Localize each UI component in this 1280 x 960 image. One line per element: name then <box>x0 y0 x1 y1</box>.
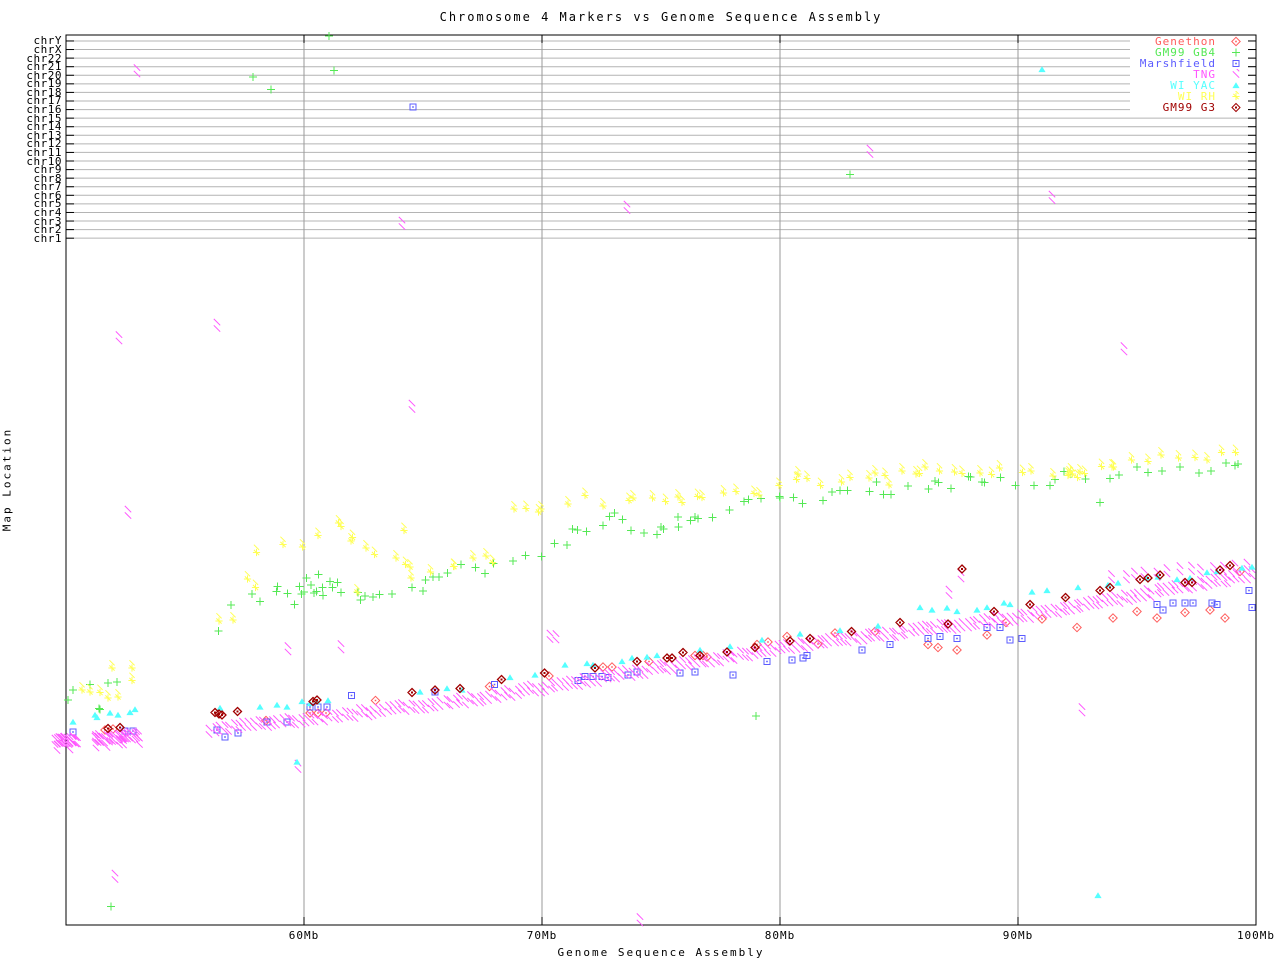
legend-label: GM99 G3 <box>1162 101 1216 114</box>
plot-area <box>51 32 1257 927</box>
legend-symbol-square-dot-icon <box>1226 58 1246 69</box>
legend-symbol-triangle-icon <box>1226 80 1246 91</box>
legend-symbol-diamond-dot-bold-icon <box>1226 102 1246 113</box>
series-gm99-gb4-markers <box>64 32 1242 911</box>
legend-symbol-asterisk-icon <box>1226 91 1246 102</box>
series-genethon-markers <box>100 566 1245 735</box>
series-tng-markers <box>51 64 1256 927</box>
series-wi-rh-markers <box>78 444 1240 702</box>
x-axis-label: Genome Sequence Assembly <box>557 946 765 959</box>
chromosome-label-chr1: chr1 <box>33 231 62 245</box>
chart-title: Chromosome 4 Markers vs Genome Sequence … <box>439 10 883 24</box>
legend-symbol-diamond-dot-icon <box>1226 36 1246 47</box>
x-tick-label-80Mb: 80Mb <box>764 929 796 942</box>
x-tick-label-60Mb: 60Mb <box>288 929 320 942</box>
legend-item-gm99-g3: GM99 G3 <box>1140 102 1246 113</box>
y-axis-label: Map Location <box>0 427 14 532</box>
series-gm99-g3-markers <box>103 560 1235 734</box>
x-tick-label-90Mb: 90Mb <box>1002 929 1034 942</box>
chart-legend: Genethon GM99 GB4 Marshfield TNG WI YAC WI RH… <box>1129 36 1248 113</box>
legend-symbol-cross-icon <box>1226 69 1246 80</box>
series-wi-yac-marker-fills <box>69 66 1256 899</box>
chart-canvas: Chromosome 4 Markers vs Genome Sequence … <box>0 0 1280 960</box>
series-marshfield-markers <box>69 103 1256 741</box>
legend-symbol-plus-icon <box>1226 47 1246 58</box>
x-tick-label-100Mb: 100Mb <box>1236 929 1276 942</box>
series-marshfield-marker-fills <box>72 106 1253 738</box>
x-tick-label-70Mb: 70Mb <box>526 929 558 942</box>
